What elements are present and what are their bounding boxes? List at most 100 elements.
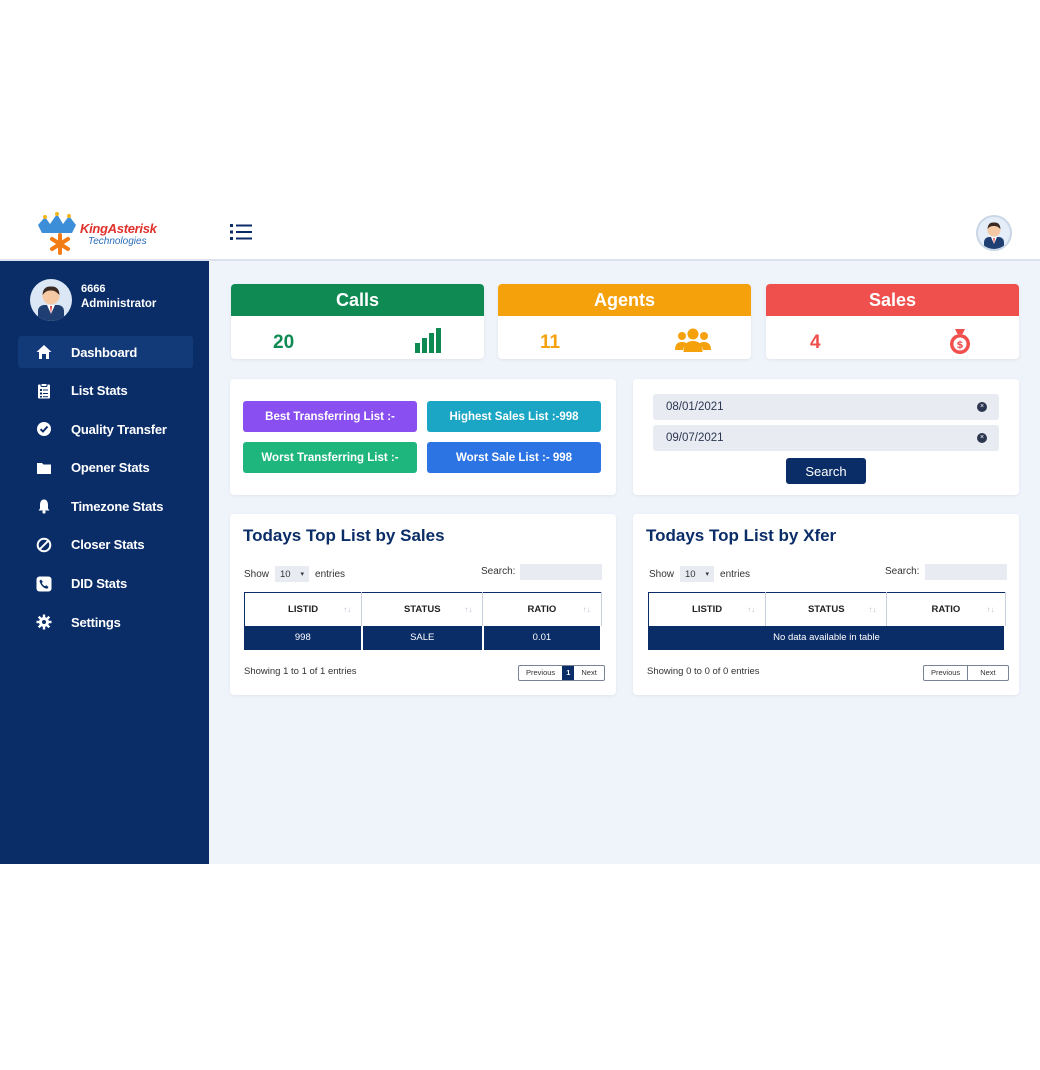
sales-card-title: Sales	[766, 284, 1019, 316]
clear-to-date-icon[interactable]: ×	[977, 433, 987, 443]
sort-icon: ↑↓	[868, 605, 877, 614]
sort-icon: ↑↓	[582, 605, 591, 614]
sidebar-item-label: Timezone Stats	[71, 498, 164, 514]
panel-title: Todays Top List by Xfer	[646, 526, 837, 545]
sidebar: 6666 Administrator Dashboard List Stats	[0, 261, 209, 864]
page-length-value: 10	[280, 568, 291, 580]
sidebar-item-settings[interactable]: Settings	[18, 606, 193, 638]
calls-card-title: Calls	[231, 284, 484, 316]
sort-icon: ↑↓	[343, 605, 352, 614]
list-summary-panel: Best Transferring List :- Highest Sales …	[230, 379, 616, 495]
table-header-row: LISTID ↑↓ STATUS ↑↓ RATIO ↑↓	[244, 592, 602, 626]
top-bar: KingAsterisk Technologies	[0, 205, 1040, 261]
table-info: Showing 0 to 0 of 0 entries	[647, 666, 760, 677]
sort-icon: ↑↓	[464, 605, 473, 614]
company-logo[interactable]: KingAsterisk Technologies	[36, 211, 166, 255]
table-header-row: LISTID ↑↓ STATUS ↑↓ RATIO ↑↓	[648, 592, 1006, 626]
agents-card[interactable]: Agents 11	[498, 284, 751, 359]
page-length-control: Show 10 ▾ entries	[649, 566, 750, 582]
previous-page-button[interactable]: Previous	[519, 666, 562, 680]
page-length-value: 10	[685, 568, 696, 580]
caret-down-icon: ▾	[300, 571, 305, 578]
search-button[interactable]: Search	[786, 458, 866, 484]
clear-from-date-icon[interactable]: ×	[977, 402, 987, 412]
column-header-listid[interactable]: LISTID ↑↓	[244, 592, 363, 626]
column-header-status[interactable]: STATUS ↑↓	[765, 592, 888, 626]
sidebar-item-timezone-stats[interactable]: Timezone Stats	[18, 490, 193, 522]
from-date-value: 08/01/2021	[666, 401, 724, 413]
xfer-table-search-input[interactable]	[925, 564, 1007, 580]
user-id: 6666	[81, 283, 106, 295]
user-avatar-top[interactable]	[976, 215, 1012, 251]
to-date-field[interactable]: 09/07/2021 ×	[653, 425, 999, 451]
entries-label: entries	[720, 568, 751, 580]
sidebar-item-did-stats[interactable]: DID Stats	[18, 568, 193, 600]
xfer-table: LISTID ↑↓ STATUS ↑↓ RATIO ↑↓ No data availa…	[648, 592, 1006, 650]
best-transferring-list-badge[interactable]: Best Transferring List :-	[243, 401, 417, 432]
sidebar-item-label: Closer Stats	[71, 537, 145, 553]
main-content: Calls 20 Agents 11 Sales 4 $ Best Transf…	[209, 261, 1040, 864]
users-icon	[675, 326, 711, 356]
panel-title: Todays Top List by Sales	[243, 526, 445, 545]
caret-down-icon: ▾	[705, 571, 710, 578]
previous-page-button[interactable]: Previous	[924, 666, 967, 680]
empty-table-message: No data available in table	[648, 625, 1006, 650]
brand-name: KingAsterisk	[80, 221, 157, 236]
sidebar-item-opener-stats[interactable]: Opener Stats	[18, 452, 193, 484]
pagination: Previous Next	[923, 665, 1009, 681]
top-list-by-xfer-panel: Todays Top List by Xfer Show 10 ▾ entrie…	[633, 514, 1019, 695]
column-header-status[interactable]: STATUS ↑↓	[361, 592, 484, 626]
highest-sales-list-badge[interactable]: Highest Sales List :-998	[427, 401, 601, 432]
show-label: Show	[244, 568, 270, 580]
user-role: Administrator	[81, 298, 157, 310]
sort-icon: ↑↓	[986, 605, 995, 614]
from-date-field[interactable]: 08/01/2021 ×	[653, 394, 999, 420]
sales-card[interactable]: Sales 4 $	[766, 284, 1019, 359]
cell-ratio: 0.01	[482, 625, 603, 650]
sidebar-nav: Dashboard List Stats Quality Transfer Op…	[18, 336, 193, 645]
page-1-button[interactable]: 1	[562, 666, 575, 680]
sidebar-item-closer-stats[interactable]: Closer Stats	[18, 529, 193, 561]
entries-label: entries	[315, 568, 346, 580]
date-filter-panel: 08/01/2021 × 09/07/2021 × Search	[633, 379, 1019, 495]
top-list-by-sales-panel: Todays Top List by Sales Show 10 ▾ entri…	[230, 514, 616, 695]
sort-icon: ↑↓	[747, 605, 756, 614]
home-icon	[36, 344, 52, 360]
table-row[interactable]: 998 SALE 0.01	[244, 625, 603, 650]
check-circle-icon	[36, 421, 52, 437]
sidebar-item-label: Opener Stats	[71, 460, 150, 476]
sidebar-user-info: 6666 Administrator	[30, 279, 200, 323]
cell-listid: 998	[244, 625, 363, 650]
agents-count: 11	[540, 332, 561, 353]
folder-icon	[36, 460, 52, 476]
page-length-select[interactable]: 10 ▾	[275, 566, 310, 582]
column-header-ratio[interactable]: RATIO ↑↓	[886, 592, 1006, 626]
calls-count: 20	[273, 332, 295, 353]
cell-status: SALE	[361, 625, 484, 650]
search-label: Search:	[481, 566, 516, 577]
sales-table-search-input[interactable]	[520, 564, 602, 580]
calls-card[interactable]: Calls 20	[231, 284, 484, 359]
worst-sale-list-badge[interactable]: Worst Sale List :- 998	[427, 442, 601, 473]
next-page-button[interactable]: Next	[967, 666, 1007, 680]
sales-table: LISTID ↑↓ STATUS ↑↓ RATIO ↑↓ 998 SALE 0.01	[244, 592, 603, 650]
menu-toggle-icon[interactable]	[230, 223, 252, 241]
sidebar-item-quality-transfer[interactable]: Quality Transfer	[18, 413, 193, 445]
sidebar-item-list-stats[interactable]: List Stats	[18, 375, 193, 407]
agents-card-title: Agents	[498, 284, 751, 316]
page-length-select[interactable]: 10 ▾	[680, 566, 715, 582]
next-page-button[interactable]: Next	[574, 666, 603, 680]
crown-logo-icon	[38, 212, 76, 255]
clipboard-list-icon	[36, 382, 52, 399]
app-window: KingAsterisk Technologies 6666 Administr…	[0, 205, 1040, 864]
ban-icon	[36, 537, 52, 553]
table-info: Showing 1 to 1 of 1 entries	[244, 666, 357, 677]
sidebar-item-dashboard[interactable]: Dashboard	[18, 336, 193, 368]
worst-transferring-list-badge[interactable]: Worst Transferring List :-	[243, 442, 417, 473]
column-header-ratio[interactable]: RATIO ↑↓	[482, 592, 602, 626]
to-date-value: 09/07/2021	[666, 432, 724, 444]
column-header-listid[interactable]: LISTID ↑↓	[648, 592, 767, 626]
search-label: Search:	[885, 566, 920, 577]
svg-text:$: $	[957, 340, 964, 351]
sidebar-item-label: Quality Transfer	[71, 421, 167, 437]
